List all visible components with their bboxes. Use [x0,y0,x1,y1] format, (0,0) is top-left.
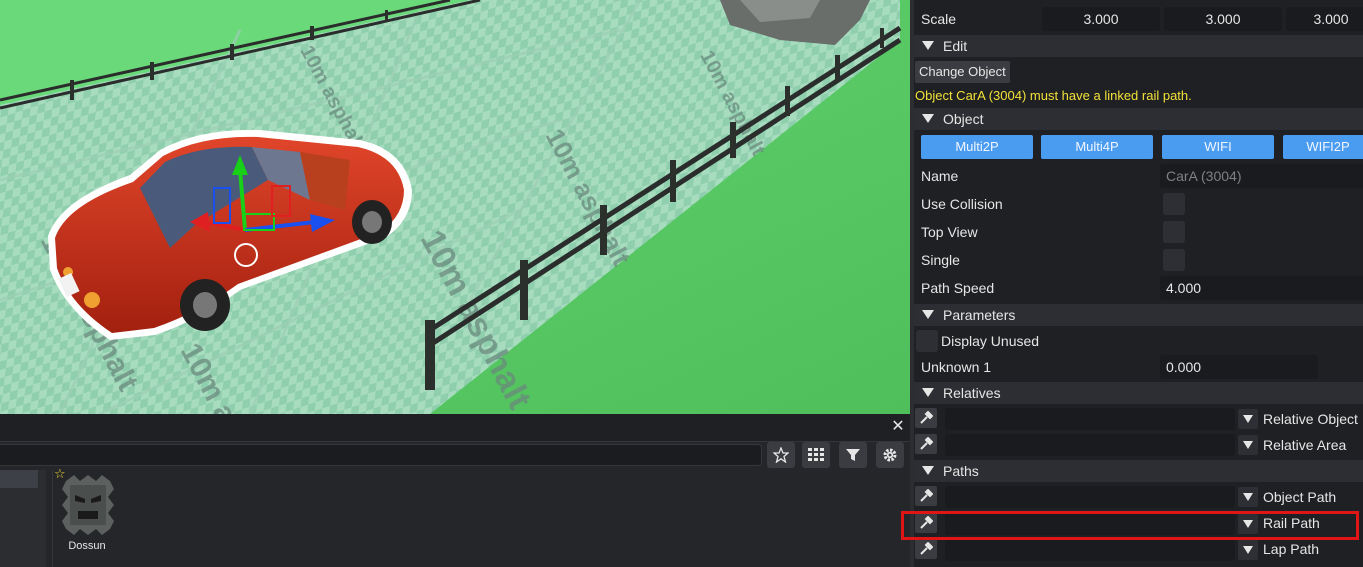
change-object-button[interactable]: Change Object [915,61,1010,83]
relative-object-label: Relative Object [1263,411,1358,427]
collapse-triangle-icon [922,310,934,319]
path-speed-field[interactable]: 4.000 [1160,276,1363,300]
settings-button[interactable] [876,442,904,468]
scale-label: Scale [921,11,957,27]
object-path-picker-button[interactable] [915,486,937,506]
single-label: Single [921,252,960,268]
object-path-dropdown[interactable] [1238,487,1258,507]
relative-area-dropdown[interactable] [1238,435,1258,455]
mode-wifi-button[interactable]: WIFI [1162,135,1274,159]
filter-icon [846,449,860,461]
display-unused-checkbox[interactable] [916,330,938,352]
section-paths-header[interactable]: Paths [914,460,1363,482]
scene-render: 10m asphalt 10m asphalt 10m asphalt 10m … [0,0,910,414]
relative-area-label: Relative Area [1263,437,1347,453]
eyedropper-icon [920,489,933,502]
scale-y-field[interactable]: 3.000 [1164,7,1282,31]
lap-path-label: Lap Path [1263,541,1320,557]
top-view-label: Top View [921,224,978,240]
collapse-triangle-icon [922,466,934,475]
close-icon[interactable]: ✕ [890,419,906,435]
section-parameters-title: Parameters [943,307,1016,323]
scale-x-field[interactable]: 3.000 [1042,7,1160,31]
collapse-triangle-icon [922,41,934,50]
eyedropper-icon [920,437,933,450]
relative-area-field[interactable] [945,434,1235,456]
favorites-star-button[interactable] [767,442,795,468]
lap-path-picker-button[interactable] [915,539,937,559]
display-unused-label: Display Unused [941,333,1040,349]
asset-search-input[interactable] [0,444,762,466]
browser-tab-bar: ✕ [0,414,910,442]
eyedropper-icon [920,542,933,555]
single-checkbox[interactable] [1163,249,1185,271]
asset-item-dossun[interactable]: ☆ Dossun [54,466,118,558]
chevron-down-icon [1243,415,1253,423]
relative-object-dropdown[interactable] [1238,409,1258,429]
section-parameters-header[interactable]: Parameters [914,304,1363,326]
unknown1-label: Unknown 1 [921,359,992,375]
section-relatives-title: Relatives [943,385,1001,401]
section-object-header[interactable]: Object [914,108,1363,130]
lap-path-field[interactable] [945,539,1235,561]
filter-button[interactable] [839,442,867,468]
scene-viewport[interactable]: 10m asphalt 10m asphalt 10m asphalt 10m … [0,0,910,414]
chevron-down-icon [1243,493,1253,501]
category-item-selected[interactable] [0,470,38,488]
lap-path-dropdown[interactable] [1238,540,1258,560]
section-edit-header[interactable]: Edit [914,35,1363,57]
section-paths-title: Paths [943,463,979,479]
use-collision-checkbox[interactable] [1163,193,1185,215]
grid-view-button[interactable] [802,442,830,468]
relative-object-picker-button[interactable] [915,408,937,428]
section-relatives-header[interactable]: Relatives [914,382,1363,404]
scale-z-field[interactable]: 3.000 [1286,7,1363,31]
rail-path-warning: Object CarA (3004) must have a linked ra… [915,88,1192,103]
eyedropper-icon [920,411,933,424]
use-collision-label: Use Collision [921,196,1003,212]
asset-label: Dossun [68,540,106,552]
dossun-thumbnail [62,475,114,535]
name-field: CarA (3004) [1160,164,1363,188]
gear-icon [883,448,897,462]
object-path-label: Object Path [1263,489,1337,505]
object-path-field[interactable] [945,486,1235,508]
unknown1-field[interactable]: 0.000 [1160,355,1318,379]
chevron-down-icon [1243,441,1253,449]
mode-multi4p-button[interactable]: Multi4P [1041,135,1153,159]
name-label: Name [921,168,959,184]
top-view-checkbox[interactable] [1163,221,1185,243]
section-edit-title: Edit [943,38,968,54]
relative-object-field[interactable] [945,408,1235,430]
path-speed-label: Path Speed [921,280,995,296]
chevron-down-icon [1243,546,1253,554]
collapse-triangle-icon [922,388,934,397]
mode-multi2p-button[interactable]: Multi2P [921,135,1033,159]
divider [52,470,53,567]
star-icon [773,447,789,463]
section-object-title: Object [943,111,984,127]
relative-area-picker-button[interactable] [915,434,937,454]
rail-path-highlight-box [901,511,1359,540]
asset-browser: ✕ ☆ Dossun [0,414,910,567]
mode-wifi2p-button[interactable]: WIFI2P [1283,135,1363,159]
grid-icon [808,448,824,461]
collapse-triangle-icon [922,114,934,123]
